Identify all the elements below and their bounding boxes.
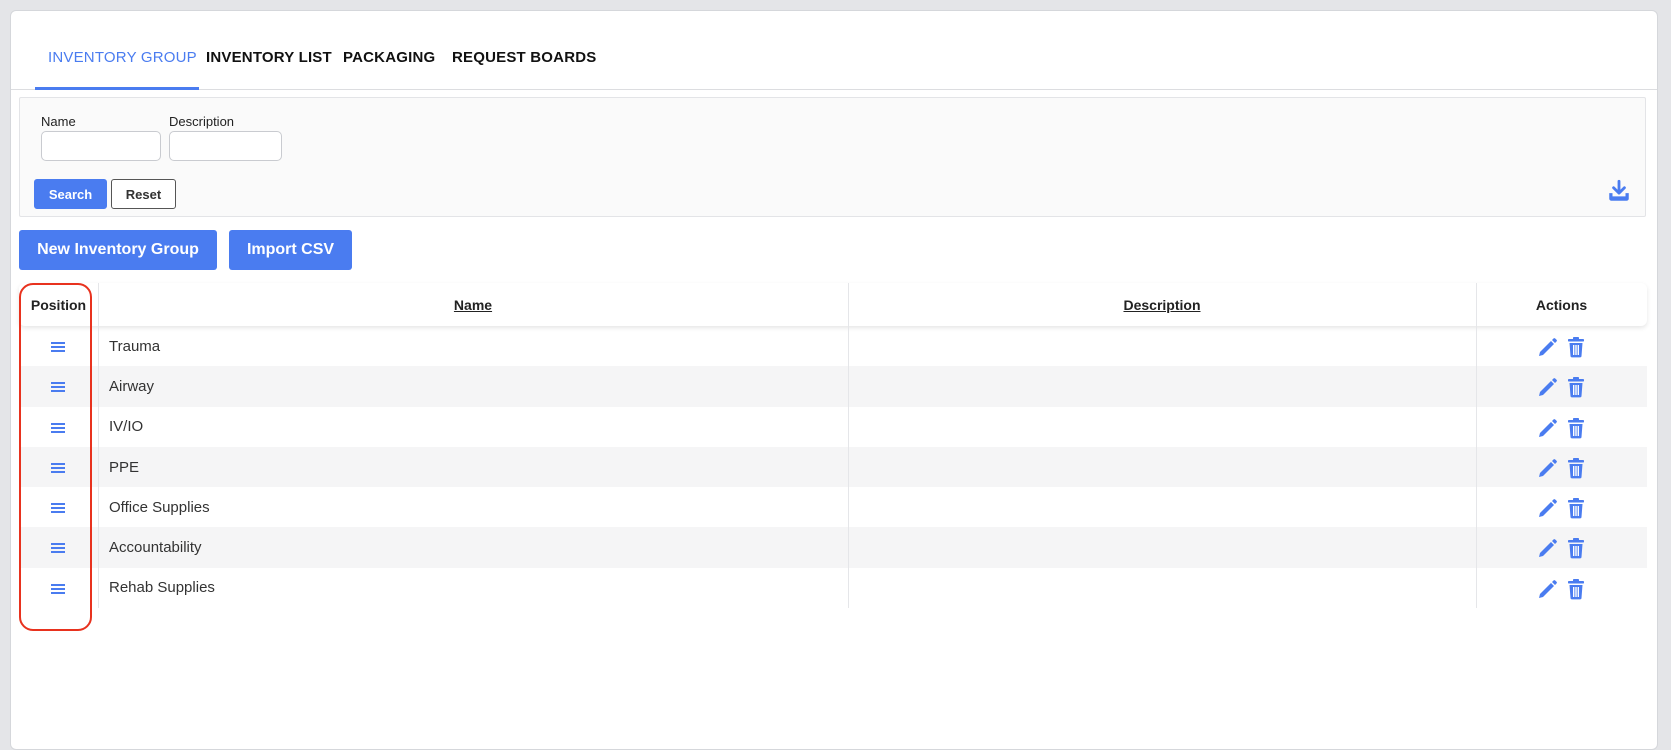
tab-request-boards[interactable]: REQUEST BOARDS [452,49,596,66]
row-name: PPE [109,458,140,476]
search-button[interactable]: Search [34,179,107,209]
drag-handle-icon[interactable] [50,420,66,436]
name-filter-input[interactable] [41,131,161,161]
drag-handle-icon[interactable] [50,379,66,395]
column-position: Position [30,296,87,313]
table-row: IV/IO [19,407,1647,447]
new-inventory-group-button[interactable]: New Inventory Group [19,230,217,270]
description-filter-label: Description [169,114,235,129]
active-tab-indicator [35,87,199,90]
edit-icon[interactable] [1537,537,1557,559]
table-row: Trauma [19,326,1647,366]
table-row: Office Supplies [19,487,1647,527]
delete-icon[interactable] [1566,336,1586,358]
row-name: Trauma [109,337,161,355]
row-name: IV/IO [109,418,144,436]
drag-handle-icon[interactable] [50,540,66,556]
table-row: Accountability [19,527,1647,568]
drag-handle-icon[interactable] [50,500,66,516]
delete-icon[interactable] [1566,537,1586,559]
column-divider [1476,283,1477,609]
table-row: PPE [19,446,1647,488]
tab-bar: INVENTORY GROUP INVENTORY LIST PACKAGING… [11,11,1657,90]
download-icon[interactable] [1606,178,1632,204]
edit-icon[interactable] [1537,417,1557,439]
filter-panel: Name Description Search Reset [19,97,1646,217]
delete-icon[interactable] [1566,457,1586,479]
table-row: Airway [19,366,1647,407]
tab-inventory-list[interactable]: INVENTORY LIST [206,49,332,66]
column-description[interactable]: Description [848,283,1476,326]
edit-icon[interactable] [1537,336,1557,358]
column-actions: Actions [1535,296,1588,313]
delete-icon[interactable] [1566,376,1586,398]
column-divider [98,283,99,609]
edit-icon[interactable] [1537,578,1557,600]
inventory-group-table: Position Name Description Actions Trauma [19,283,1647,609]
edit-icon[interactable] [1537,497,1557,519]
delete-icon[interactable] [1566,578,1586,600]
column-name[interactable]: Name [98,283,848,326]
table-body: Trauma Airway IV/IO PPE Office Supplies … [19,326,1647,608]
row-name: Rehab Supplies [109,579,215,597]
table-header: Position Name Description Actions [19,283,1647,326]
tab-inventory-group[interactable]: INVENTORY GROUP [48,49,197,66]
drag-handle-icon[interactable] [50,460,66,476]
row-name: Office Supplies [109,498,210,516]
tab-packaging[interactable]: PACKAGING [343,49,435,66]
edit-icon[interactable] [1537,376,1557,398]
description-filter-input[interactable] [169,131,282,161]
column-divider [848,283,849,609]
import-csv-button[interactable]: Import CSV [229,230,352,270]
table-row: Rehab Supplies [19,568,1647,608]
row-name: Airway [109,377,155,395]
drag-handle-icon[interactable] [50,339,66,355]
delete-icon[interactable] [1566,497,1586,519]
edit-icon[interactable] [1537,457,1557,479]
row-name: Accountability [109,539,202,557]
drag-handle-icon[interactable] [50,581,66,597]
reset-button[interactable]: Reset [111,179,176,209]
delete-icon[interactable] [1566,417,1586,439]
name-filter-label: Name [41,114,76,129]
